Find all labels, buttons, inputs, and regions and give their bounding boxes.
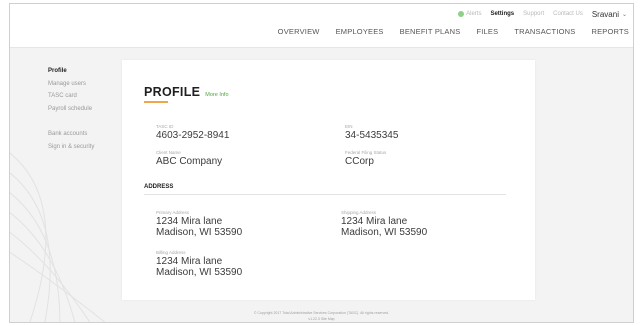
app-window: Alerts Settings Support Contact Us Srava… <box>9 3 634 323</box>
settings-link[interactable]: Settings <box>490 11 514 17</box>
billing-address-field: Billing Address 1234 Mira lane Madison, … <box>156 250 242 278</box>
client-name-field: Client Name ABC Company <box>156 150 222 167</box>
shipping-address-field: Shipping Address 1234 Mira lane Madison,… <box>341 210 427 238</box>
contact-link[interactable]: Contact Us <box>553 11 583 17</box>
primary-address-line2: Madison, WI 53590 <box>156 227 243 238</box>
support-link[interactable]: Support <box>523 11 544 17</box>
sidebar-item-bank-accounts[interactable]: Bank accounts <box>48 128 128 141</box>
section-divider <box>144 194 506 195</box>
profile-card: PROFILE More Info TASC ID 4603-2952-8941… <box>122 60 535 300</box>
more-info-link[interactable]: More Info <box>205 92 228 98</box>
sidebar-item-profile[interactable]: Profile <box>48 65 128 78</box>
address-section-title: ADDRESS <box>144 184 174 190</box>
nav-overview[interactable]: OVERVIEW <box>278 27 320 36</box>
user-menu[interactable]: Sravani ⌄ <box>592 10 627 19</box>
nav-employees[interactable]: EMPLOYEES <box>336 27 384 36</box>
billing-address-line2: Madison, WI 53590 <box>156 267 243 278</box>
utility-bar: Alerts Settings Support Contact Us Srava… <box>458 8 627 20</box>
sidebar-item-sign-in-security[interactable]: Sign in & security <box>48 141 128 154</box>
settings-sidebar: Profile Manage users TASC card Payroll s… <box>48 65 128 153</box>
nav-transactions[interactable]: TRANSACTIONS <box>514 27 575 36</box>
chevron-down-icon: ⌄ <box>621 11 627 18</box>
footer-links[interactable]: v1.22.3 Site Map <box>10 316 633 322</box>
shipping-address-line2: Madison, WI 53590 <box>341 227 428 238</box>
alerts-link[interactable]: Alerts <box>458 11 481 17</box>
tasc-id-value: 4603-2952-8941 <box>156 130 230 141</box>
primary-address-field: Primary Address 1234 Mira lane Madison, … <box>156 210 242 238</box>
shipping-address-line1: 1234 Mira lane <box>341 216 408 227</box>
nav-files[interactable]: FILES <box>476 27 498 36</box>
sidebar-item-tasc-card[interactable]: TASC card <box>48 90 128 103</box>
user-name: Sravani <box>591 9 619 19</box>
nav-reports[interactable]: REPORTS <box>591 27 629 36</box>
nav-benefit-plans[interactable]: BENEFIT PLANS <box>400 27 461 36</box>
sidebar-item-payroll-schedule[interactable]: Payroll schedule <box>48 103 128 116</box>
filing-status-value: CCorp <box>345 156 374 167</box>
main-nav: OVERVIEW EMPLOYEES BENEFIT PLANS FILES T… <box>278 27 629 36</box>
billing-address-line1: 1234 Mira lane <box>156 256 223 267</box>
page-footer: © Copyright 2017 Total Administrative Se… <box>10 310 633 322</box>
sidebar-spacer <box>48 115 128 128</box>
page-title: PROFILE <box>144 85 201 99</box>
ein-field: EIN 34-5435345 <box>345 124 398 141</box>
tasc-id-field: TASC ID 4603-2952-8941 <box>156 124 229 141</box>
top-header: Alerts Settings Support Contact Us Srava… <box>10 4 633 48</box>
profile-header: PROFILE More Info <box>144 85 229 99</box>
sidebar-item-manage-users[interactable]: Manage users <box>48 78 128 91</box>
alerts-label: Alerts <box>466 11 482 17</box>
bell-icon <box>458 11 465 17</box>
title-underline <box>144 101 168 103</box>
primary-address-line1: 1234 Mira lane <box>156 216 223 227</box>
filing-status-field: Federal Filing Status CCorp <box>345 150 386 167</box>
ein-value: 34-5435345 <box>345 130 399 141</box>
client-name-value: ABC Company <box>156 156 223 167</box>
